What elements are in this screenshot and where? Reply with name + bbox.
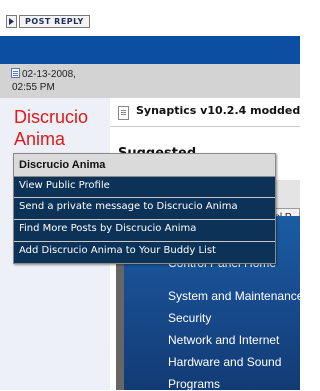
- user-menu-header: Discrucio Anima: [14, 154, 275, 177]
- cp-item-hardware: Hardware and Sound: [168, 355, 282, 369]
- username-line-1: Discrucio: [14, 107, 89, 127]
- post-date-bar: 02-13-2008, 02:55 PM: [0, 64, 300, 98]
- menu-item-view-profile[interactable]: View Public Profile: [14, 177, 275, 197]
- post-title: Synaptics v10.2.4 modded: [136, 104, 301, 117]
- top-toolbar: POST REPLY: [0, 0, 300, 36]
- menu-item-label: Send a private message to Discrucio Anim…: [19, 201, 238, 212]
- cp-item-programs: Programs: [168, 377, 221, 391]
- play-arrow-icon: [6, 15, 17, 28]
- menu-item-label: View Public Profile: [19, 180, 110, 191]
- cp-item-network: Network and Internet: [168, 333, 280, 347]
- post-time: 02:55 PM: [12, 82, 55, 93]
- cp-item-system: System and Maintenance: [168, 289, 304, 303]
- menu-item-private-message[interactable]: Send a private message to Discrucio Anim…: [14, 198, 275, 218]
- cp-item-security: Security: [168, 311, 212, 325]
- post-divider: [110, 126, 300, 127]
- user-popup-menu: Discrucio Anima View Public Profile Send…: [13, 153, 276, 264]
- menu-item-find-posts[interactable]: Find More Posts by Discrucio Anima: [14, 220, 275, 240]
- menu-item-label: Find More Posts by Discrucio Anima: [19, 223, 197, 234]
- post-icon: [118, 106, 129, 120]
- post-timestamp: 02-13-2008, 02:55 PM: [12, 68, 76, 94]
- post-reply-button[interactable]: POST REPLY: [6, 15, 90, 28]
- menu-item-add-buddy[interactable]: Add Discrucio Anima to Your Buddy List: [14, 242, 275, 262]
- post-date: 02-13-2008,: [22, 69, 76, 80]
- user-menu-title: Discrucio Anima: [19, 159, 106, 171]
- menu-item-label: Add Discrucio Anima to Your Buddy List: [19, 245, 216, 256]
- username-link[interactable]: Discrucio Anima: [14, 106, 88, 150]
- post-reply-label: POST REPLY: [19, 15, 90, 28]
- thread-header-bar: [0, 36, 300, 64]
- username-line-2: Anima: [14, 129, 66, 149]
